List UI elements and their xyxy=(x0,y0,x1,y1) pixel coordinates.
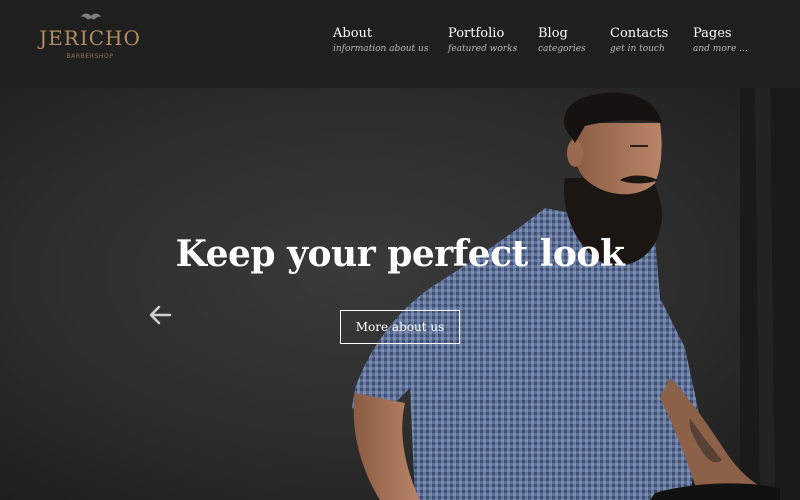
arrow-left-icon[interactable] xyxy=(148,304,172,326)
nav-item-blog[interactable]: Blog categories xyxy=(538,26,586,66)
nav-item-pages[interactable]: Pages and more ... xyxy=(693,26,748,66)
nav-item-desc: get in touch xyxy=(610,44,665,54)
nav-item-title: Contacts xyxy=(610,26,669,41)
main-nav: About information about us Portfolio fea… xyxy=(0,26,800,66)
hero-background-image xyxy=(0,88,800,500)
nav-item-about[interactable]: About information about us xyxy=(333,26,428,66)
nav-item-desc: information about us xyxy=(333,44,429,54)
nav-item-title: About xyxy=(333,26,373,41)
mustache-icon xyxy=(81,13,101,20)
more-about-us-button[interactable]: More about us xyxy=(340,310,460,344)
hero-headline: Keep your perfect look xyxy=(175,233,625,275)
nav-item-desc: categories xyxy=(538,44,586,54)
nav-item-title: Pages xyxy=(693,26,732,41)
site-header: JERICHO BARBERSHOP About information abo… xyxy=(0,0,800,88)
nav-item-title: Blog xyxy=(538,26,568,41)
nav-item-desc: and more ... xyxy=(693,44,748,54)
nav-item-contacts[interactable]: Contacts get in touch xyxy=(610,26,668,66)
nav-item-desc: featured works xyxy=(448,44,518,54)
nav-item-portfolio[interactable]: Portfolio featured works xyxy=(448,26,517,66)
hero-slider: Keep your perfect look More about us xyxy=(0,88,800,500)
nav-item-title: Portfolio xyxy=(448,26,505,41)
